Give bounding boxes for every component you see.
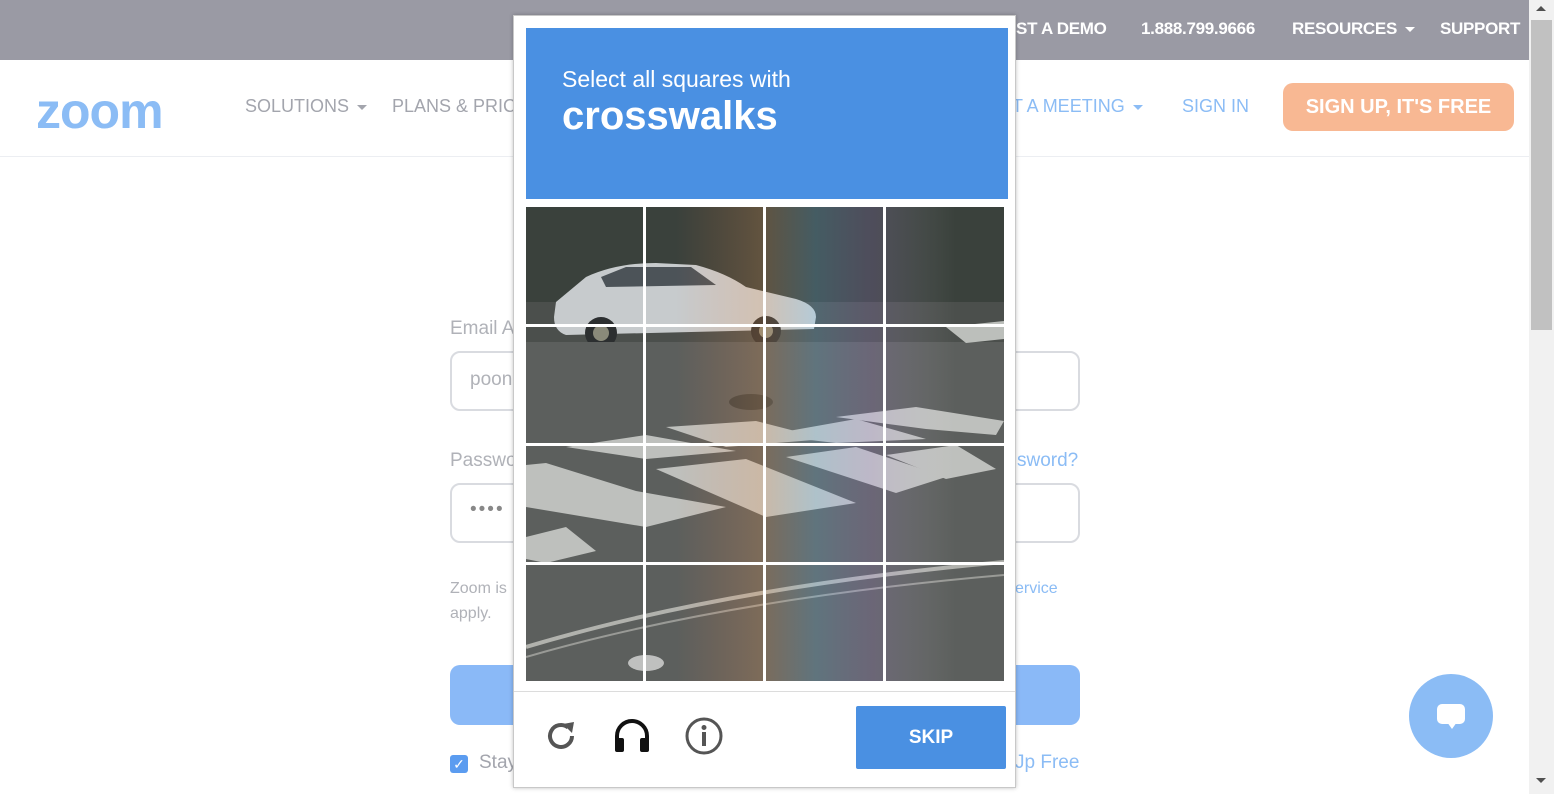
signup-free-link[interactable]: Jp Free [1015,752,1079,774]
email-label: Email A [450,318,515,339]
resources-label: RESOURCES [1292,19,1397,38]
captcha-tile-7[interactable] [766,326,883,442]
scrollbar[interactable] [1529,0,1554,794]
captcha-tile-8[interactable] [886,326,1003,442]
request-demo-link[interactable]: EST A DEMO [1005,0,1107,60]
password-label: Passwo [450,450,517,471]
chat-bubble-icon [1437,704,1465,724]
phone-link[interactable]: 1.888.799.9666 [1141,0,1255,60]
captcha-tile-3[interactable] [766,207,883,323]
join-meeting-menu[interactable]: T A MEETING [1012,96,1143,117]
stay-signed-in-label: Stay [479,752,518,773]
check-icon: ✓ [453,756,465,772]
solutions-label: SOLUTIONS [245,96,350,116]
captcha-tile-2[interactable] [646,207,763,323]
headphones-icon[interactable] [612,716,652,756]
zoom-logo[interactable]: zoom [36,82,164,140]
captcha-header: Select all squares with crosswalks [526,28,1008,199]
terms-link[interactable]: ervice [1015,580,1058,598]
captcha-tile-14[interactable] [646,564,763,680]
email-value: poon [470,369,513,390]
captcha-tile-11[interactable] [766,445,883,561]
info-icon[interactable] [684,716,724,756]
captcha-tile-16[interactable] [886,564,1003,680]
signup-button[interactable]: SIGN UP, IT'S FREE [1283,83,1514,131]
captcha-tile-1[interactable] [526,207,643,323]
chevron-down-icon [357,104,368,110]
forgot-password-link[interactable]: sword? [1017,450,1078,472]
captcha-tile-15[interactable] [766,564,883,680]
stay-signed-in-checkbox[interactable]: ✓ [450,755,468,773]
legal-notice-2: apply. [450,605,492,622]
chevron-down-icon [1132,104,1143,110]
captcha-tile-10[interactable] [646,445,763,561]
captcha-tile-13[interactable] [526,564,643,680]
scroll-up-icon[interactable] [1536,6,1546,11]
password-value: •••• [470,499,505,520]
chevron-down-icon [1405,27,1415,33]
captcha-tile-4[interactable] [886,207,1003,323]
scroll-down-icon[interactable] [1536,778,1546,783]
captcha-target: crosswalks [562,94,778,138]
captcha-tile-9[interactable] [526,445,643,561]
resources-menu[interactable]: RESOURCES [1292,0,1415,60]
captcha-tile-5[interactable] [526,326,643,442]
join-meeting-label: T A MEETING [1012,96,1125,116]
captcha-image-grid [526,207,1004,681]
reload-icon[interactable] [541,716,581,756]
skip-button[interactable]: SKIP [856,706,1006,769]
chat-bubble-tail [1447,722,1457,729]
support-link[interactable]: SUPPORT [1440,0,1520,60]
scrollbar-thumb[interactable] [1531,20,1552,330]
captcha-dialog: Select all squares with crosswalks SKIP [513,15,1016,788]
sign-in-link[interactable]: SIGN IN [1182,96,1249,117]
chat-button[interactable] [1409,674,1493,758]
plans-pricing-link[interactable]: PLANS & PRICI [392,96,521,117]
captcha-tile-12[interactable] [886,445,1003,561]
captcha-instruction: Select all squares with [562,66,791,92]
captcha-tile-6[interactable] [646,326,763,442]
captcha-divider [514,691,1015,692]
legal-notice: Zoom is [450,580,507,597]
solutions-menu[interactable]: SOLUTIONS [245,96,368,117]
